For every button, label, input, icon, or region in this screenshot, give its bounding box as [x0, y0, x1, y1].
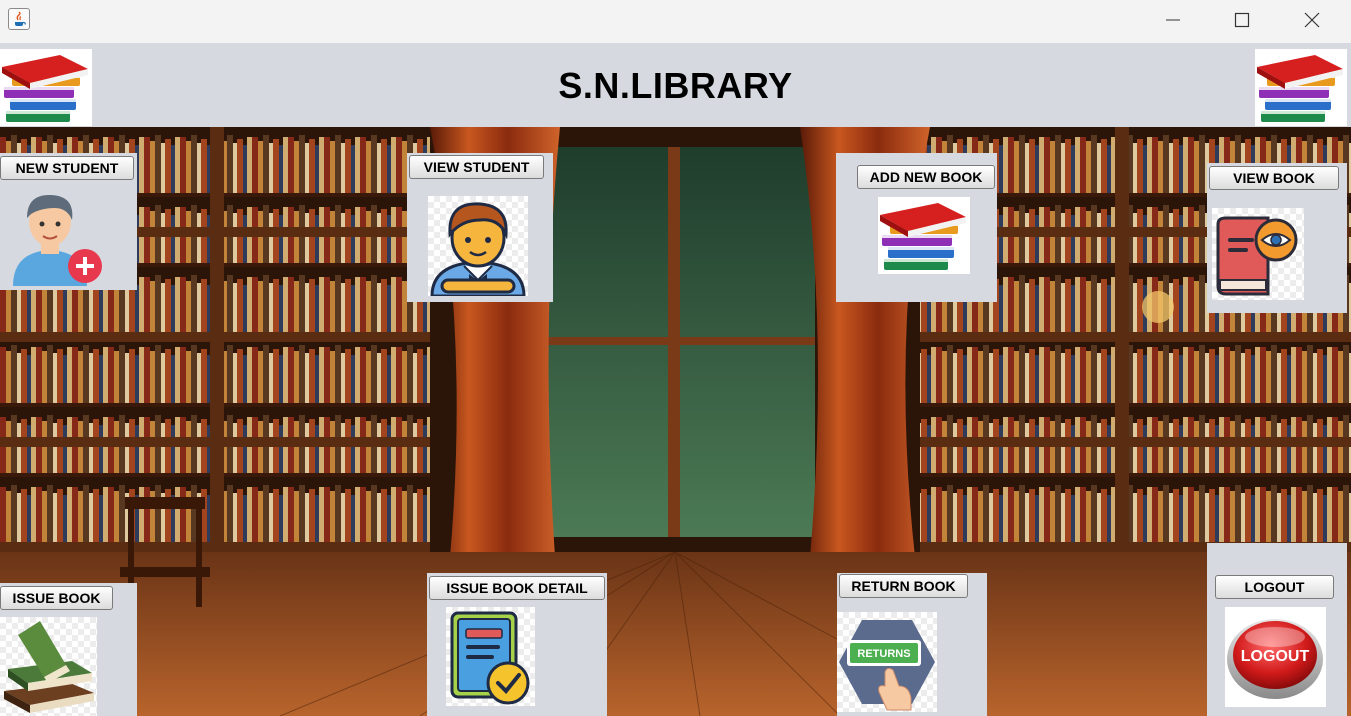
add-student-icon[interactable] [5, 186, 105, 286]
maximize-button[interactable] [1207, 0, 1277, 40]
java-app-icon[interactable] [8, 8, 30, 30]
window-titlebar [0, 0, 1351, 43]
logout-sign-text: LOGOUT [1241, 648, 1310, 665]
close-icon [1304, 12, 1320, 28]
return-book-button[interactable]: RETURN BOOK [839, 574, 968, 598]
minimize-button[interactable] [1138, 0, 1208, 40]
maximize-icon [1234, 12, 1250, 28]
issue-book-button[interactable]: ISSUE BOOK [0, 586, 113, 610]
logout-button[interactable]: LOGOUT [1215, 575, 1334, 599]
document-check-icon[interactable] [446, 607, 535, 706]
logout-power-icon[interactable]: LOGOUT [1225, 607, 1326, 707]
page-title: S.N.LIBRARY [558, 65, 793, 106]
view-book-button[interactable]: VIEW BOOK [1209, 166, 1339, 190]
issue-book-detail-button[interactable]: ISSUE BOOK DETAIL [429, 576, 605, 600]
close-button[interactable] [1277, 0, 1347, 40]
returns-sign-icon[interactable]: RETURNS [837, 612, 937, 712]
library-background [0, 127, 1351, 716]
add-new-book-button[interactable]: ADD NEW BOOK [857, 165, 995, 189]
view-book-eye-icon[interactable] [1212, 208, 1304, 300]
books-stack-icon [1255, 49, 1347, 126]
books-stack-icon [0, 49, 92, 126]
books-stack-icon[interactable] [878, 197, 970, 274]
minimize-icon [1166, 19, 1180, 21]
student-avatar-icon[interactable] [428, 196, 528, 296]
old-books-icon[interactable] [0, 617, 97, 716]
returns-sign-text: RETURNS [857, 648, 910, 660]
new-student-button[interactable]: NEW STUDENT [0, 156, 134, 180]
view-student-button[interactable]: VIEW STUDENT [409, 155, 544, 179]
